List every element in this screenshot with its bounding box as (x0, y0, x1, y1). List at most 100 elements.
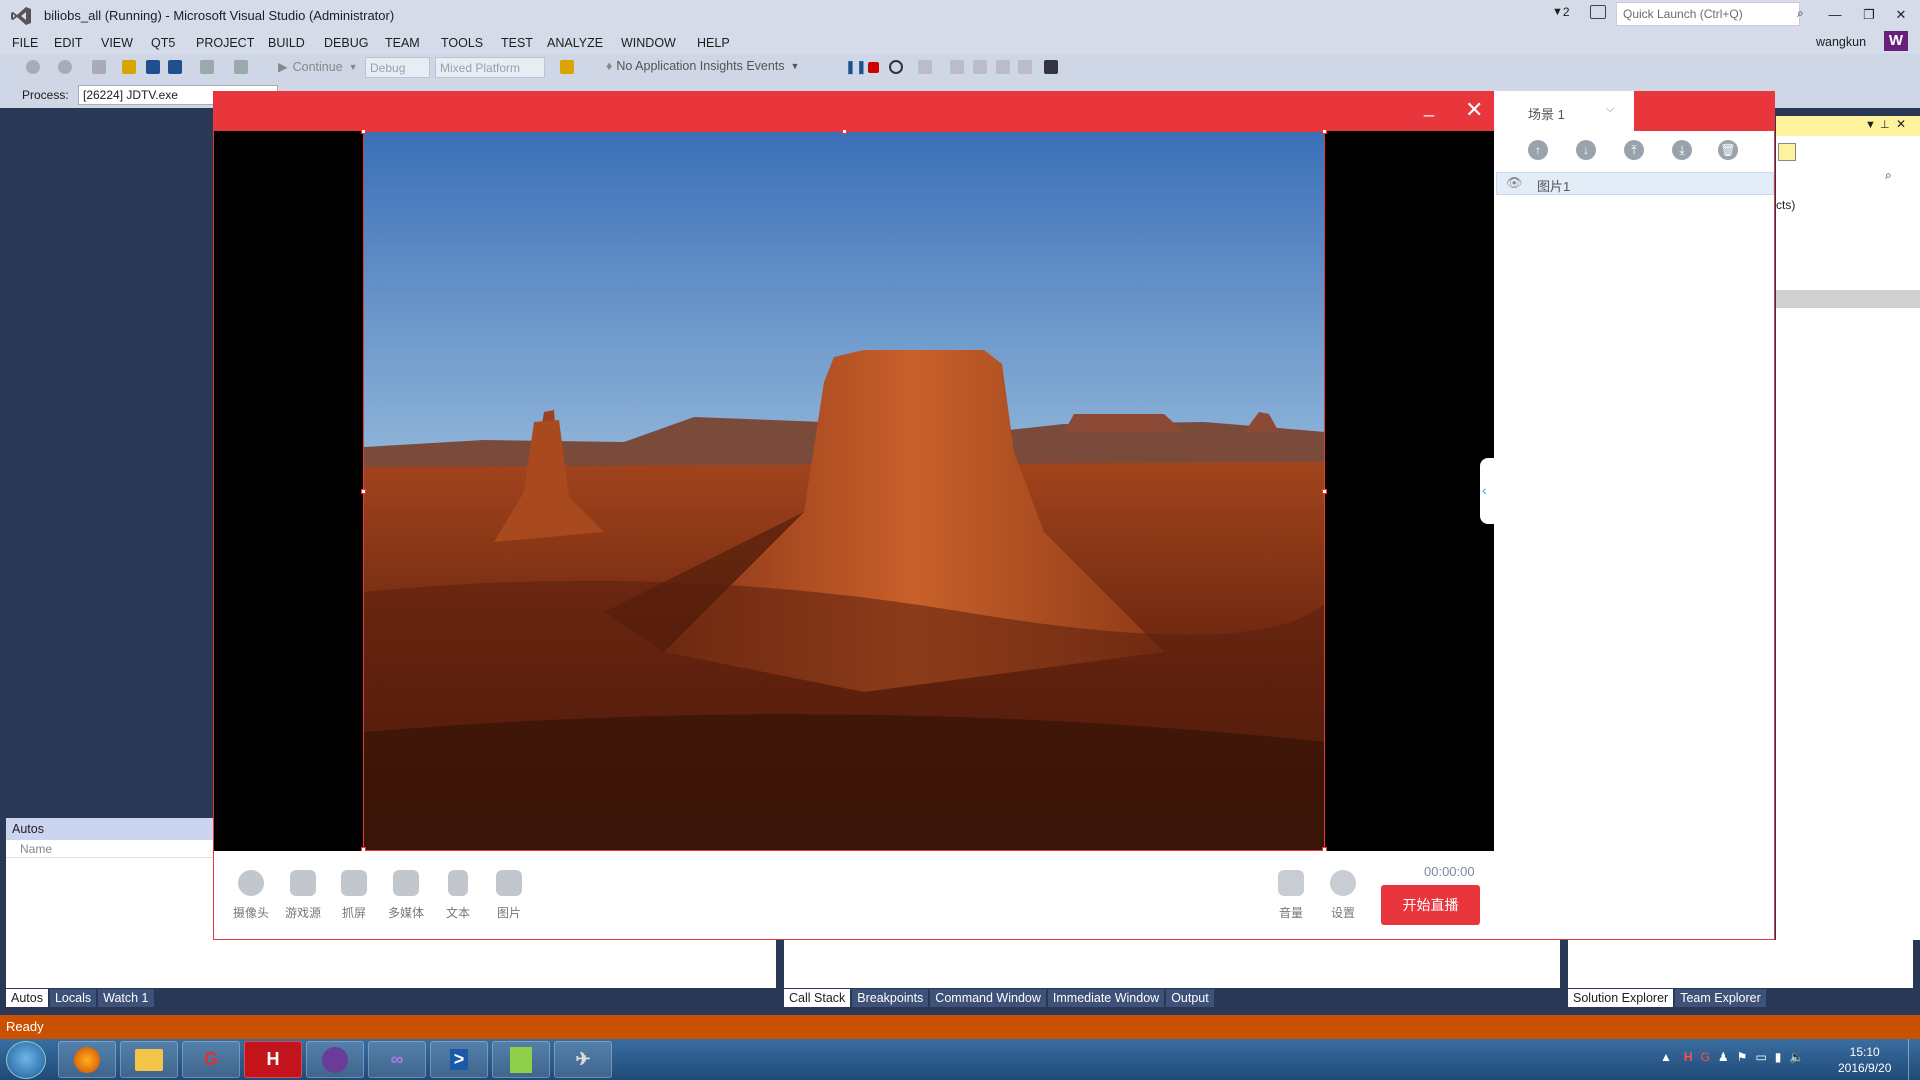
step-out-icon[interactable] (996, 60, 1010, 74)
volume-button[interactable]: 音量 (1265, 870, 1317, 921)
file-explorer-icon[interactable] (120, 1041, 178, 1078)
menu-file[interactable]: FILE (12, 36, 38, 50)
hbuilder-icon[interactable]: H (244, 1041, 302, 1078)
clock[interactable]: 15:10 2016/9/20 (1838, 1044, 1891, 1076)
refresh-icon[interactable] (1018, 60, 1032, 74)
pause-icon[interactable]: ❚❚ (845, 60, 867, 74)
name-column-header[interactable]: Name (6, 840, 216, 858)
show-next-statement-icon[interactable] (918, 60, 932, 74)
restart-icon[interactable] (889, 60, 903, 74)
minimize-button[interactable]: — (1822, 4, 1848, 26)
solution-selected-row[interactable] (1776, 290, 1920, 308)
new-project-icon[interactable] (92, 60, 106, 74)
back-icon[interactable] (26, 60, 40, 74)
source-media-button[interactable]: 多媒体 (380, 870, 432, 921)
continue-button[interactable]: ▶ Continue ▼ (278, 59, 358, 75)
menu-test[interactable]: TEST (501, 36, 533, 50)
feedback-icon[interactable] (1590, 5, 1606, 19)
tab-solution-explorer[interactable]: Solution Explorer (1568, 989, 1674, 1007)
redo-icon[interactable] (234, 60, 248, 74)
close-icon[interactable]: ✕ (1896, 117, 1906, 131)
find-icon[interactable] (560, 60, 574, 74)
tab-call-stack[interactable]: Call Stack (784, 989, 851, 1007)
git-tray-icon[interactable]: G (1701, 1050, 1710, 1064)
speaker-icon[interactable]: 🔈 (1789, 1050, 1804, 1064)
resize-handle[interactable] (361, 129, 366, 134)
solution-tree-item[interactable]: cts) (1776, 198, 1795, 212)
forward-icon[interactable] (58, 60, 72, 74)
move-bottom-icon[interactable]: ⤓ (1672, 140, 1692, 160)
tab-command-window[interactable]: Command Window (930, 989, 1046, 1007)
menu-project[interactable]: PROJECT (196, 36, 254, 50)
menu-help[interactable]: HELP (697, 36, 730, 50)
source-text-button[interactable]: 文本 (432, 870, 484, 921)
show-desktop-button[interactable] (1908, 1039, 1920, 1080)
dropdown-arrow-icon[interactable]: ▼ (1865, 119, 1876, 131)
diagnostics-icon[interactable] (1044, 60, 1058, 74)
source-image-button[interactable]: 图片 (483, 870, 535, 921)
settings-button[interactable]: 设置 (1317, 870, 1369, 921)
tab-immediate-window[interactable]: Immediate Window (1047, 989, 1165, 1007)
source-game-button[interactable]: 游戏源 (277, 870, 329, 921)
quick-launch-input[interactable]: Quick Launch (Ctrl+Q) (1616, 2, 1800, 26)
scene-source-item[interactable]: 图片1 (1496, 172, 1774, 195)
eye-icon[interactable]: 👁 (1506, 175, 1523, 191)
start-button[interactable] (6, 1041, 46, 1079)
platform-select[interactable]: Mixed Platform (435, 57, 545, 78)
powershell-icon[interactable]: > (430, 1041, 488, 1078)
visual-studio-icon[interactable]: ∞ (368, 1041, 426, 1078)
resize-handle[interactable] (1322, 489, 1327, 494)
menu-analyze[interactable]: ANALYZE (547, 36, 603, 50)
step-over-icon[interactable] (973, 60, 987, 74)
menu-view[interactable]: VIEW (101, 36, 133, 50)
menu-build[interactable]: BUILD (268, 36, 305, 50)
qq-tray-icon[interactable]: ♟ (1718, 1050, 1729, 1064)
tab-locals[interactable]: Locals (49, 989, 97, 1007)
notifications-badge[interactable]: ▼ 2 (1552, 5, 1570, 19)
restore-button[interactable]: ❐ (1856, 4, 1882, 26)
search-icon[interactable]: ⌕ (1885, 168, 1892, 183)
step-into-icon[interactable] (950, 60, 964, 74)
stop-icon[interactable] (868, 62, 879, 73)
image-source-layer[interactable] (363, 131, 1325, 851)
resize-handle[interactable] (842, 129, 847, 134)
save-all-icon[interactable] (168, 60, 182, 74)
solution-toolbar-icon[interactable] (1778, 143, 1796, 161)
menu-tools[interactable]: TOOLS (441, 36, 483, 50)
source-camera-button[interactable]: 摄像头 (225, 870, 277, 921)
app-title-bar[interactable] (213, 91, 1494, 131)
power-icon[interactable]: ▮ (1775, 1050, 1782, 1064)
hbuilder-tray-icon[interactable]: H (1684, 1050, 1693, 1064)
start-live-button[interactable]: 开始直播 (1381, 885, 1480, 925)
network-icon[interactable]: ▭ (1755, 1050, 1766, 1064)
chat-app-icon[interactable] (306, 1041, 364, 1078)
tab-output[interactable]: Output (1166, 989, 1214, 1007)
save-icon[interactable] (146, 60, 160, 74)
configuration-select[interactable]: Debug (365, 57, 430, 78)
tab-watch-1[interactable]: Watch 1 (98, 989, 154, 1007)
menu-team[interactable]: TEAM (385, 36, 420, 50)
git-client-icon[interactable]: G (182, 1041, 240, 1078)
close-button[interactable]: ✕ (1888, 4, 1914, 26)
application-insights-dropdown[interactable]: ♦ No Application Insights Events ▼ (606, 59, 799, 73)
collapse-panel-button[interactable]: ‹ (1480, 458, 1494, 524)
pin-icon[interactable]: ⊥ (1880, 118, 1890, 131)
show-hidden-icons-icon[interactable]: ▲ (1660, 1050, 1672, 1064)
menu-qt5[interactable]: QT5 (151, 36, 175, 50)
app-close-button[interactable]: ✕ (1465, 97, 1483, 123)
source-screen-capture-button[interactable]: 抓屏 (328, 870, 380, 921)
menu-edit[interactable]: EDIT (54, 36, 82, 50)
tab-breakpoints[interactable]: Breakpoints (852, 989, 929, 1007)
tab-team-explorer[interactable]: Team Explorer (1675, 989, 1766, 1007)
network-tool-icon[interactable]: ✈ (554, 1041, 612, 1078)
tab-autos[interactable]: Autos (6, 989, 48, 1007)
resize-handle[interactable] (1322, 129, 1327, 134)
user-name[interactable]: wangkun (1816, 35, 1866, 49)
flag-icon[interactable]: ⚑ (1737, 1050, 1748, 1064)
menu-window[interactable]: WINDOW (621, 36, 676, 50)
chevron-down-icon[interactable]: ⌵ (1606, 103, 1614, 116)
move-up-icon[interactable]: ↑ (1528, 140, 1548, 160)
search-icon[interactable]: ⌕ (1797, 6, 1804, 21)
undo-icon[interactable] (200, 60, 214, 74)
open-folder-icon[interactable] (122, 60, 136, 74)
